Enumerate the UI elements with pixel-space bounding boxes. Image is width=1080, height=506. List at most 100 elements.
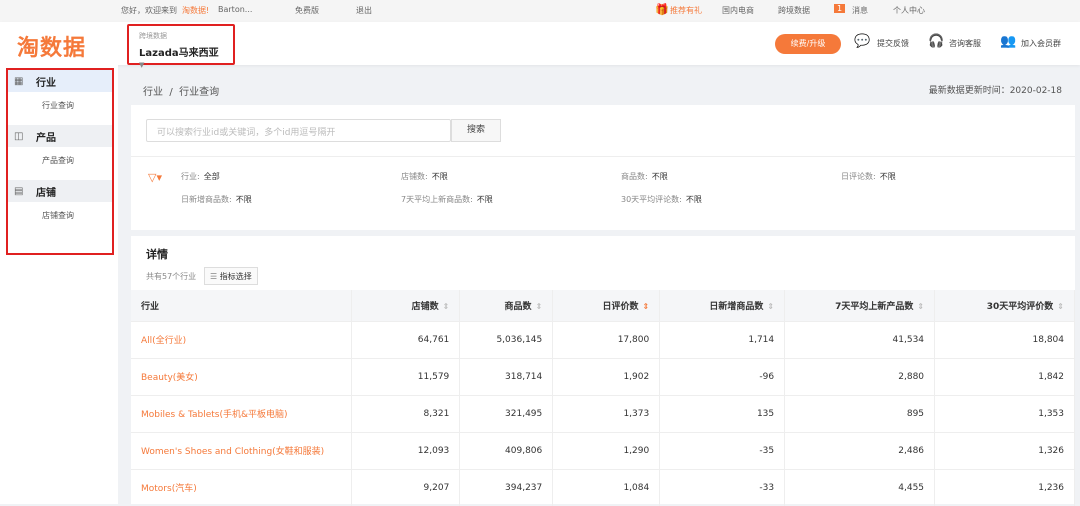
column-header[interactable]: 日新增商品数 ⇕: [659, 290, 786, 321]
messages-menu[interactable]: 消息: [852, 5, 868, 16]
filter-shops[interactable]: 店铺数: 不限: [401, 171, 448, 182]
industry-table: 行业 店铺数 ⇕ 商品数 ⇕ 日评价数 ⇕ 日新增商品数 ⇕ 7天平均上新产品数 ⇕ 30天平均评价数…: [131, 290, 1075, 506]
filter-30day-reviews[interactable]: 30天平均评论数: 不限: [621, 194, 702, 205]
chat-icon: 💬: [854, 34, 871, 49]
column-header-label: 商品数: [504, 301, 532, 312]
table-cell: 1,236: [934, 468, 1075, 506]
breadcrumb-root[interactable]: 行业: [143, 87, 163, 98]
breadcrumb-current: 行业查询: [179, 87, 220, 98]
table-cell: 1,353: [934, 394, 1075, 432]
table-row: Mobiles & Tablets(手机&平板电脑) 8,321 321,495 1,…: [131, 394, 1075, 432]
table-cell: 8,321: [351, 394, 461, 432]
industry-link[interactable]: Women's Shoes and Clothing(女鞋和服装): [131, 431, 353, 469]
crossborder-menu[interactable]: 跨境数据: [778, 5, 810, 16]
grid-icon: ▦: [14, 75, 24, 87]
industry-count: 共有57个行业: [146, 272, 197, 281]
group-icon: 👥: [1000, 34, 1017, 49]
column-header[interactable]: 7天平均上新产品数 ⇕: [784, 290, 936, 321]
gift-icon: 🎁: [655, 3, 669, 16]
table-row: Beauty(美女) 11,579 318,714 1,902 -96 2,880 1,84…: [131, 357, 1075, 395]
selector-label: 跨境数据: [139, 32, 167, 40]
table-cell: 64,761: [351, 320, 461, 358]
industry-link[interactable]: All(全行业): [131, 320, 353, 358]
sidebar-group-product[interactable]: ◫ 产品: [8, 125, 112, 147]
column-header-label: 7天平均上新产品数: [835, 301, 914, 312]
upgrade-button[interactable]: 续费/升级: [775, 34, 841, 54]
table-cell: -96: [659, 357, 786, 395]
sort-icon[interactable]: ⇕: [643, 302, 650, 311]
table-cell: 12,093: [351, 431, 461, 469]
table-row: Women's Shoes and Clothing(女鞋和服装) 12,093 4…: [131, 431, 1075, 469]
table-cell: 318,714: [459, 357, 554, 395]
table-cell: 1,842: [934, 357, 1075, 395]
filter-icon[interactable]: ▽▾: [148, 171, 162, 184]
header: 淘数据 跨境数据 Lazada马来西亚 ▼ 续费/升级 💬 提交反馈 🎧 咨询客…: [0, 22, 1080, 69]
filter-industry[interactable]: 行业: 全部: [181, 171, 220, 182]
table-cell: 409,806: [459, 431, 554, 469]
industry-link[interactable]: Beauty(美女): [131, 357, 353, 395]
breadcrumb: 行业 / 行业查询: [143, 83, 219, 98]
gift-link[interactable]: 推荐有礼: [670, 5, 702, 16]
column-header[interactable]: 店铺数 ⇕: [351, 290, 461, 321]
table-cell: 1,373: [552, 394, 661, 432]
breadcrumb-sep: /: [169, 87, 173, 98]
industry-link[interactable]: Mobiles & Tablets(手机&平板电脑): [131, 394, 353, 432]
column-header[interactable]: 日评价数 ⇕: [552, 290, 661, 321]
update-time: 最新数据更新时间：2020-02-18: [928, 86, 1062, 96]
feedback-link[interactable]: 提交反馈: [877, 38, 909, 49]
personal-menu[interactable]: 个人中心: [893, 5, 925, 16]
filter-7day-new[interactable]: 7天平均上新商品数: 不限: [401, 194, 493, 205]
sidebar-group-industry[interactable]: ▦ 行业: [8, 70, 112, 92]
table-row: All(全行业) 64,761 5,036,145 17,800 1,714 41,534…: [131, 320, 1075, 358]
table-cell: 2,486: [784, 431, 936, 469]
top-bar: 您好，欢迎来到 淘数据! Barton... 免费版 退出 🎁 推荐有礼 国内电…: [0, 0, 1080, 22]
sort-icon[interactable]: ⇕: [443, 302, 450, 311]
search-input[interactable]: 可以搜索行业id或关键词，多个id用逗号隔开: [146, 119, 451, 142]
table-cell: 18,804: [934, 320, 1075, 358]
sort-icon[interactable]: ⇕: [536, 302, 543, 311]
selector-value: Lazada马来西亚: [139, 48, 219, 59]
plan-label: 免费版: [295, 6, 319, 15]
sidebar-item-shop-query[interactable]: 店铺查询: [8, 202, 112, 235]
sidebar-item-product-query[interactable]: 产品查询: [8, 147, 112, 180]
store-icon: ▤: [14, 185, 24, 197]
table-row: Motors(汽车) 9,207 394,237 1,084 -33 4,455 1,236: [131, 468, 1075, 506]
brand-link[interactable]: 淘数据!: [182, 5, 209, 16]
sidebar-item-industry-query[interactable]: 行业查询: [8, 92, 112, 125]
table-cell: 321,495: [459, 394, 554, 432]
table-cell: 1,902: [552, 357, 661, 395]
sort-icon[interactable]: ⇕: [1057, 302, 1064, 311]
metric-select-button[interactable]: ☰ 指标选择: [204, 267, 258, 285]
list-icon: ☰: [210, 272, 220, 281]
column-header-label: 日新增商品数: [709, 301, 764, 312]
table-cell: -35: [659, 431, 786, 469]
sort-icon[interactable]: ⇕: [917, 302, 924, 311]
filter-products[interactable]: 商品数: 不限: [621, 171, 668, 182]
table-cell: 895: [784, 394, 936, 432]
column-header[interactable]: 行业: [131, 290, 353, 321]
details-card: 详情 共有57个行业 ☰ 指标选择 行业 店铺数 ⇕ 商品数 ⇕ 日评价数 ⇕ 日新增商品数 ⇕…: [131, 236, 1075, 506]
service-link[interactable]: 咨询客服: [949, 38, 981, 49]
greeting: 您好，欢迎来到: [121, 6, 177, 15]
logout-link[interactable]: 退出: [356, 5, 372, 16]
search-card: 可以搜索行业id或关键词，多个id用逗号隔开 搜索 ▽▾ 行业: 全部 店铺数: 不…: [131, 105, 1075, 230]
table-cell: 1,714: [659, 320, 786, 358]
column-header[interactable]: 商品数 ⇕: [459, 290, 554, 321]
sidebar-group-shop[interactable]: ▤ 店铺: [8, 180, 112, 202]
table-cell: 9,207: [351, 468, 461, 506]
industry-link[interactable]: Motors(汽车): [131, 468, 353, 506]
filter-daily-new[interactable]: 日新增商品数: 不限: [181, 194, 252, 205]
table-cell: -33: [659, 468, 786, 506]
column-header-label: 日评价数: [602, 301, 639, 312]
search-button[interactable]: 搜索: [451, 119, 501, 142]
filter-daily-reviews[interactable]: 日评论数: 不限: [841, 171, 896, 182]
table-cell: 17,800: [552, 320, 661, 358]
column-header[interactable]: 30天平均评价数 ⇕: [934, 290, 1075, 321]
domestic-menu[interactable]: 国内电商: [722, 5, 754, 16]
user-name[interactable]: Barton...: [218, 5, 252, 14]
join-link[interactable]: 加入会员群: [1021, 38, 1061, 49]
sidebar-group-label: 店铺: [36, 187, 56, 199]
sort-icon[interactable]: ⇕: [767, 302, 774, 311]
platform-selector[interactable]: 跨境数据 Lazada马来西亚 ▼: [127, 24, 235, 69]
logo[interactable]: 淘数据: [17, 30, 86, 62]
